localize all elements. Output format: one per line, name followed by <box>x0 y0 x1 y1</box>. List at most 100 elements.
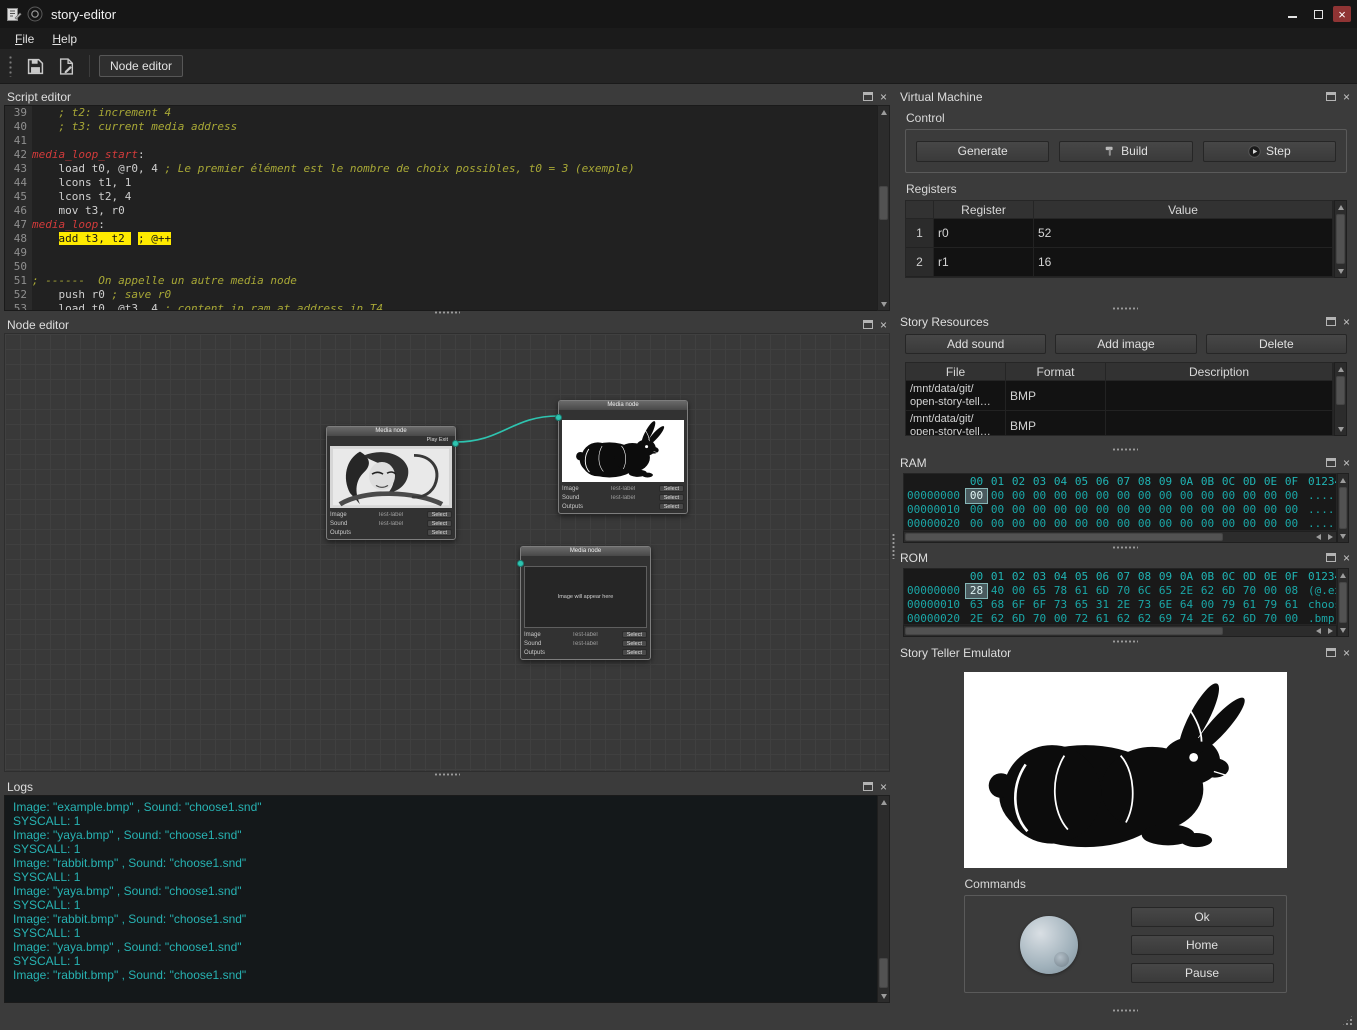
scroll-down-arrow-icon[interactable] <box>1335 265 1346 277</box>
float-panel-icon[interactable] <box>1326 317 1336 326</box>
scroll-thumb[interactable] <box>879 186 888 220</box>
ok-button[interactable]: Ok <box>1131 907 1274 927</box>
resources-scrollbar[interactable] <box>1334 362 1347 436</box>
ram-hscrollbar[interactable] <box>903 531 1337 543</box>
hex-byte-cell[interactable]: 00 <box>1239 517 1260 531</box>
scroll-thumb[interactable] <box>1339 582 1347 623</box>
script-editor[interactable]: 39 ; t2: increment 440 ; t3: current med… <box>4 105 877 311</box>
hex-byte-cell[interactable]: 00 <box>1071 503 1092 517</box>
node-editor-toolbar-button[interactable]: Node editor <box>99 55 183 77</box>
rotary-knob[interactable] <box>1020 916 1078 974</box>
hex-byte-cell[interactable]: 70 <box>1113 584 1134 598</box>
scroll-up-arrow-icon[interactable] <box>1335 363 1346 375</box>
hex-byte-cell[interactable]: 00 <box>1218 489 1239 503</box>
size-grip[interactable] <box>1341 1014 1354 1027</box>
hex-byte-cell[interactable]: 74 <box>1176 612 1197 625</box>
float-panel-icon[interactable] <box>863 320 873 329</box>
hex-byte-cell[interactable]: 00 <box>1008 489 1029 503</box>
hex-byte-cell[interactable]: 00 <box>1071 517 1092 531</box>
delete-button[interactable]: Delete <box>1206 334 1347 354</box>
minimize-button[interactable] <box>1281 5 1303 23</box>
generate-button[interactable]: Generate <box>916 141 1049 162</box>
hex-byte-cell[interactable]: 00 <box>1281 503 1302 517</box>
registers-scrollbar[interactable] <box>1334 200 1347 278</box>
close-panel-icon[interactable]: × <box>880 781 887 793</box>
hex-byte-cell[interactable]: 2E <box>1176 584 1197 598</box>
hex-byte-cell[interactable]: 78 <box>1050 584 1071 598</box>
rom-hex-view[interactable]: 000102030405060708090A0B0C0D0E0F01234567… <box>903 568 1337 625</box>
node-select-button[interactable]: Select <box>427 520 452 527</box>
node-connection-wire[interactable] <box>456 416 558 442</box>
hex-byte-cell[interactable]: 61 <box>1071 584 1092 598</box>
splitter-resources-ram[interactable] <box>897 446 1353 453</box>
rom-vscrollbar[interactable] <box>1337 568 1349 637</box>
hex-byte-cell[interactable]: 00 <box>987 517 1008 531</box>
hex-byte-cell[interactable]: 2E <box>1113 598 1134 612</box>
hex-byte-cell[interactable]: 00 <box>1113 489 1134 503</box>
node-select-button[interactable]: Select <box>659 494 684 501</box>
hex-byte-cell[interactable]: 00 <box>1155 503 1176 517</box>
emulator-panel-titlebar[interactable]: Story Teller Emulator × <box>897 644 1353 661</box>
logs-scrollbar[interactable] <box>877 795 890 1003</box>
splitter-vm-resources[interactable] <box>897 305 1353 312</box>
hex-byte-cell[interactable]: 00 <box>1176 489 1197 503</box>
node-select-button[interactable]: Select <box>659 503 684 510</box>
toolbar-grip[interactable] <box>8 55 14 77</box>
input-port[interactable] <box>517 560 524 567</box>
node-titlebar[interactable]: Media node <box>559 401 687 410</box>
hex-byte-cell[interactable]: 00 <box>1092 503 1113 517</box>
graph-node[interactable]: Media nodeImage will appear hereImageTes… <box>520 546 651 660</box>
hex-byte-cell[interactable]: 65 <box>1029 584 1050 598</box>
hex-byte-cell[interactable]: 00 <box>1176 517 1197 531</box>
hex-byte-cell[interactable]: 6F <box>1029 598 1050 612</box>
hex-byte-cell[interactable]: 62 <box>987 612 1008 625</box>
hex-byte-cell[interactable]: 69 <box>1155 612 1176 625</box>
node-select-button[interactable]: Select <box>622 649 647 656</box>
hex-byte-cell[interactable]: 00 <box>1113 517 1134 531</box>
script-scrollbar[interactable] <box>877 105 890 311</box>
hex-byte-cell[interactable]: 00 <box>1260 517 1281 531</box>
hex-byte-cell[interactable]: 70 <box>1029 612 1050 625</box>
scroll-up-arrow-icon[interactable] <box>1338 569 1348 581</box>
graph-node[interactable]: Media nodeImageTest-labelSelectSoundTest… <box>558 400 688 514</box>
menu-help[interactable]: Help <box>43 30 86 48</box>
hex-byte-cell[interactable]: 00 <box>1029 489 1050 503</box>
scroll-up-arrow-icon[interactable] <box>878 796 889 808</box>
hex-byte-cell[interactable]: 00 <box>1197 517 1218 531</box>
hex-byte-cell[interactable]: 00 <box>1029 503 1050 517</box>
hex-byte-cell[interactable]: 70 <box>1260 612 1281 625</box>
hex-byte-cell[interactable]: 6E <box>1155 598 1176 612</box>
hex-byte-cell[interactable]: 72 <box>1071 612 1092 625</box>
node-titlebar[interactable]: Media node <box>521 547 650 556</box>
scroll-down-arrow-icon[interactable] <box>1338 530 1348 542</box>
output-port[interactable] <box>452 440 459 447</box>
node-select-button[interactable]: Select <box>622 631 647 638</box>
float-panel-icon[interactable] <box>1326 553 1336 562</box>
export-button[interactable] <box>53 54 80 79</box>
scroll-thumb[interactable] <box>1336 214 1345 264</box>
close-panel-icon[interactable]: × <box>1343 91 1350 103</box>
hex-byte-cell[interactable]: 63 <box>966 598 987 612</box>
scroll-right-arrow-icon[interactable] <box>1324 626 1336 636</box>
hex-byte-cell[interactable]: 2E <box>1197 612 1218 625</box>
hex-byte-cell[interactable]: 00 <box>1050 517 1071 531</box>
save-button[interactable] <box>22 54 49 79</box>
scroll-thumb[interactable] <box>879 958 888 988</box>
menu-file[interactable]: File <box>6 30 43 48</box>
hex-byte-cell[interactable]: 00 <box>1008 503 1029 517</box>
node-select-button[interactable]: Select <box>622 640 647 647</box>
hex-byte-cell[interactable]: 79 <box>1218 598 1239 612</box>
hex-byte-cell[interactable]: 08 <box>1281 584 1302 598</box>
scroll-up-arrow-icon[interactable] <box>1335 201 1346 213</box>
splitter-rom-emulator[interactable] <box>897 638 1353 645</box>
ram-hex-view[interactable]: 000102030405060708090A0B0C0D0E0F01234567… <box>903 473 1337 531</box>
add-sound-button[interactable]: Add sound <box>905 334 1046 354</box>
hex-byte-cell[interactable]: 00 <box>1281 489 1302 503</box>
float-panel-icon[interactable] <box>1326 92 1336 101</box>
vm-panel-titlebar[interactable]: Virtual Machine × <box>897 88 1353 105</box>
hex-byte-cell[interactable]: 28 <box>966 584 987 598</box>
hex-byte-cell[interactable]: 00 <box>1197 503 1218 517</box>
home-button[interactable]: Home <box>1131 935 1274 955</box>
float-panel-icon[interactable] <box>863 92 873 101</box>
hex-byte-cell[interactable]: 40 <box>987 584 1008 598</box>
